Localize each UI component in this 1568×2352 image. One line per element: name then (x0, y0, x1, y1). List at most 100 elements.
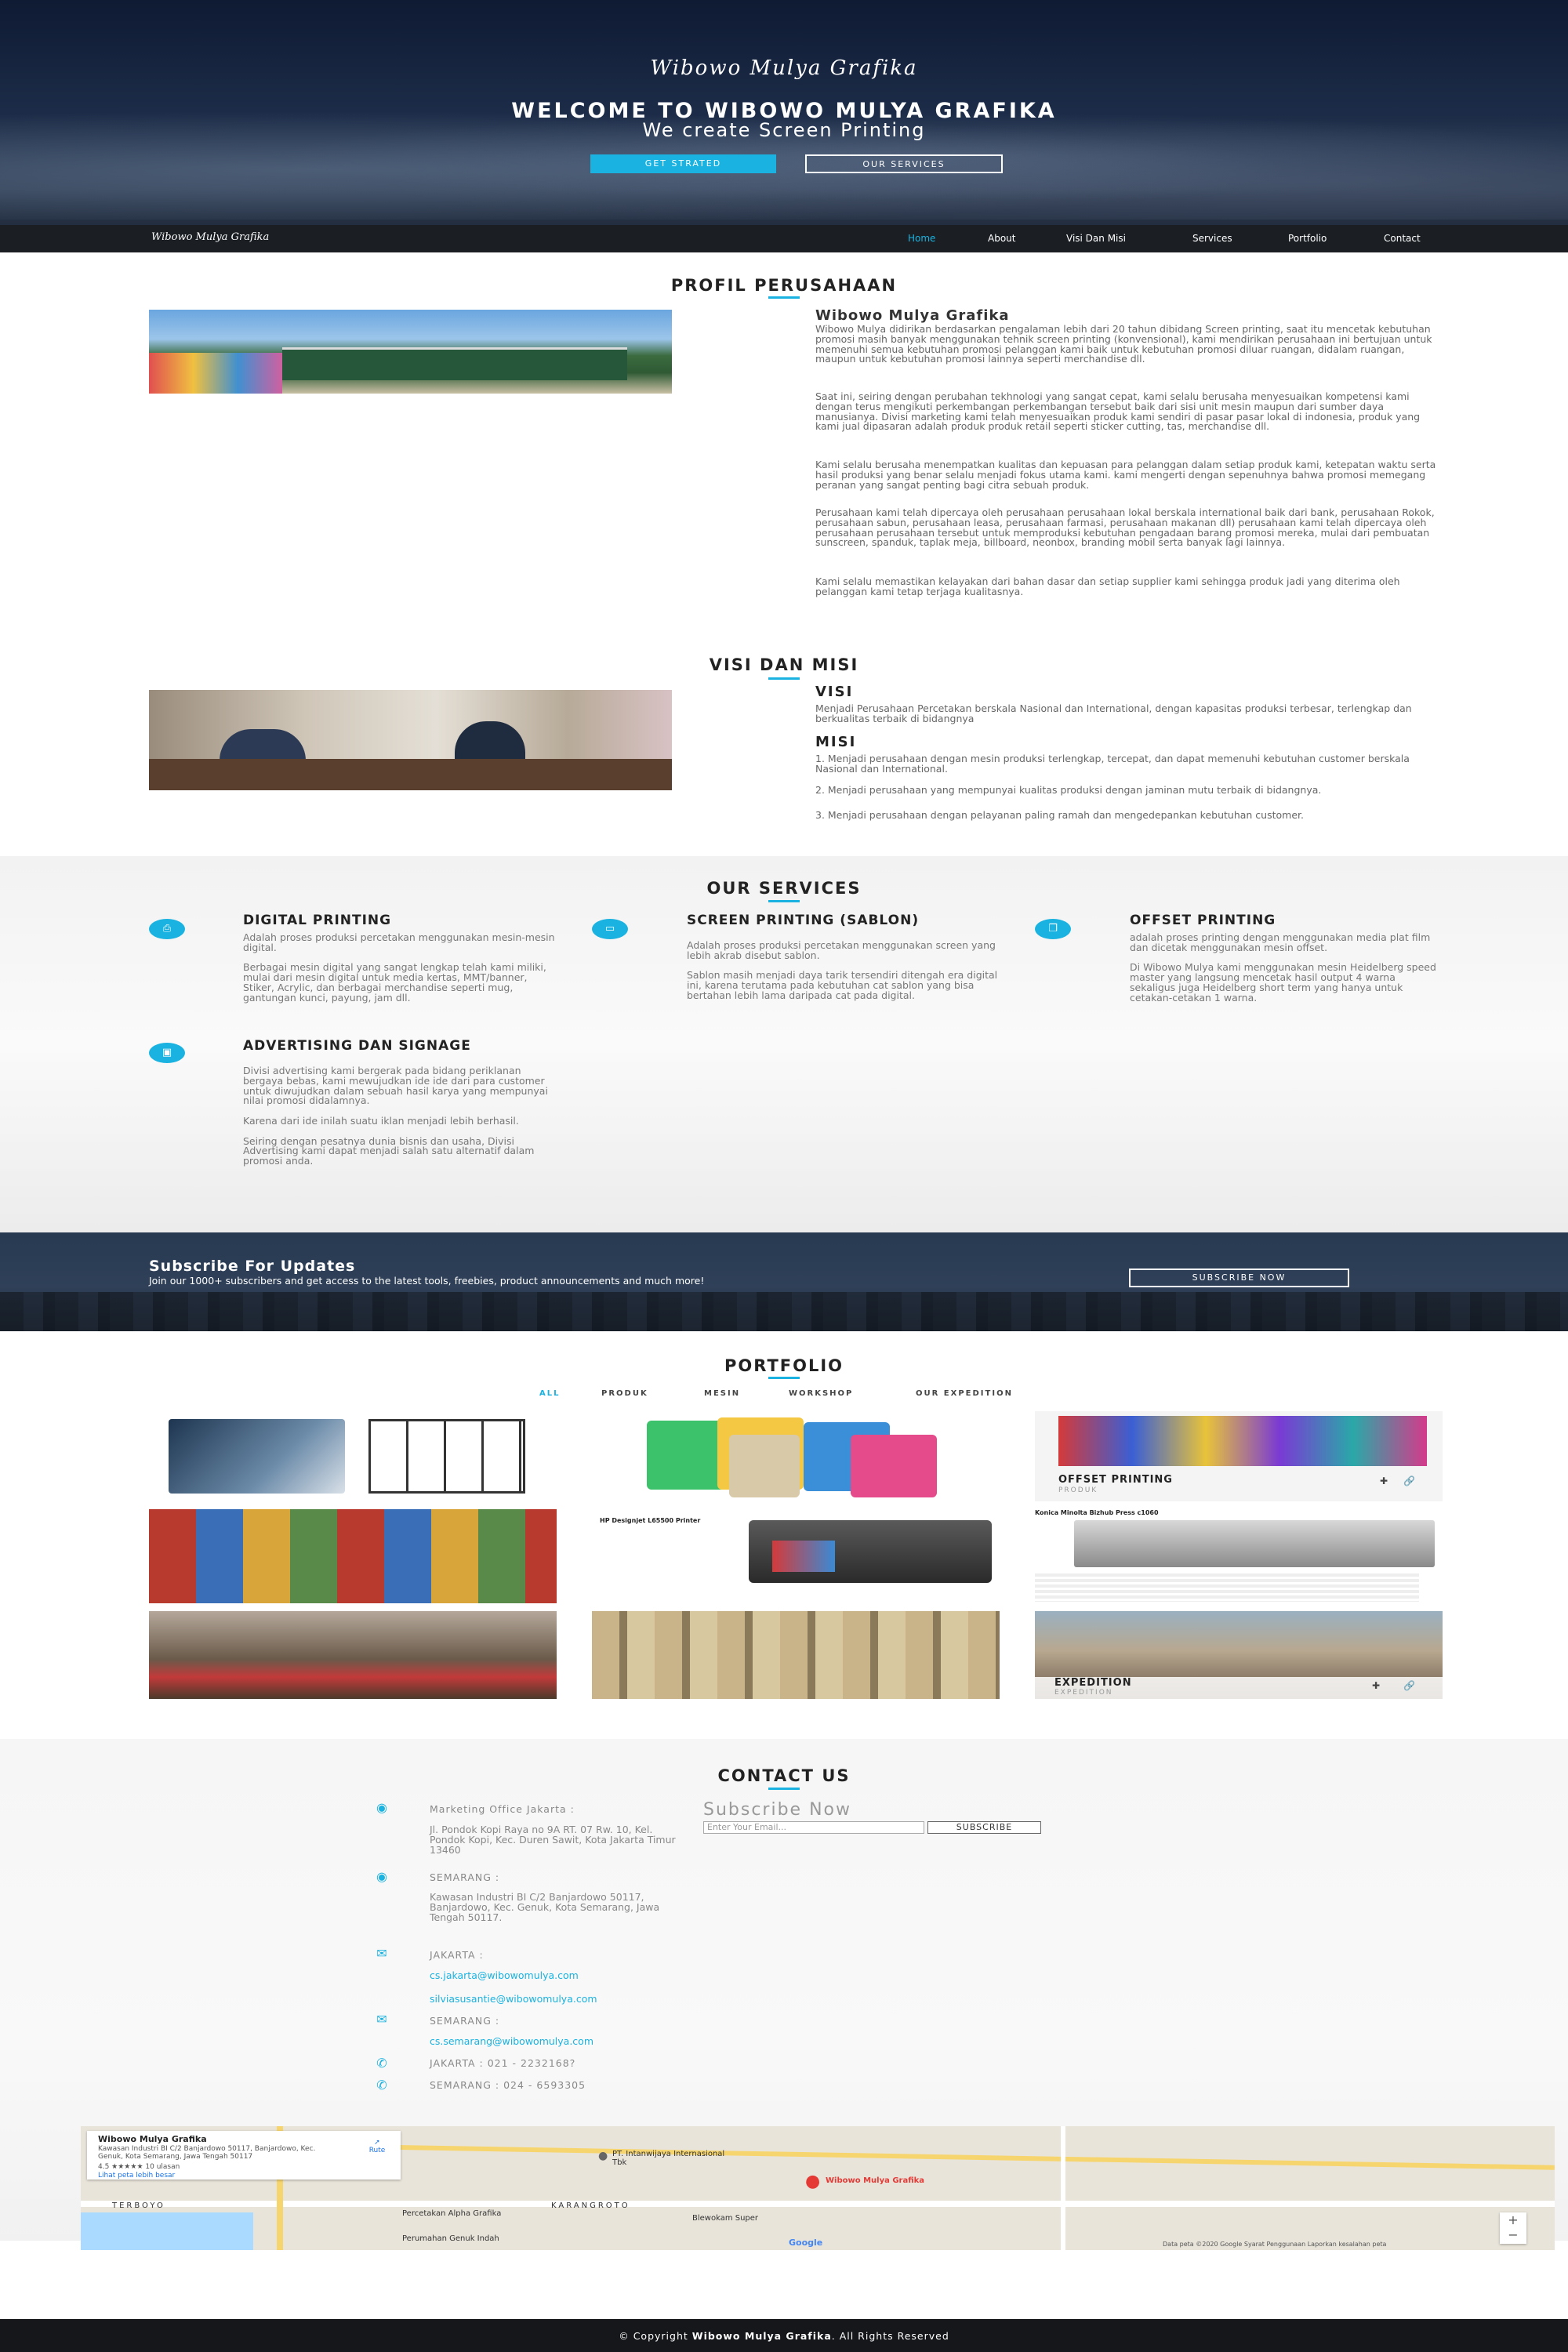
link-icon[interactable]: 🔗 (1403, 1680, 1415, 1691)
profile-heading: Wibowo Mulya Grafika (815, 307, 1010, 324)
profile-paragraph: Kami selalu memastikan kelayakan dari ba… (815, 575, 1400, 597)
our-services-button[interactable]: OUR SERVICES (805, 154, 1003, 173)
services-underline (768, 900, 800, 902)
building-shape (282, 347, 627, 380)
copyright-suffix: . All Rights Reserved (831, 2330, 949, 2342)
map-route-button[interactable]: ➚ Rute (363, 2139, 391, 2154)
frame-display-image (368, 1419, 525, 1494)
nav-item-contact[interactable]: Contact (1384, 233, 1421, 244)
visi-text: Menjadi Perusahaan Percetakan berskala N… (815, 702, 1412, 724)
bag-shape (851, 1435, 937, 1497)
nav-item-portfolio[interactable]: Portfolio (1288, 233, 1327, 244)
service-title: OFFSET PRINTING (1130, 913, 1276, 928)
profile-title-underline (768, 296, 800, 299)
portfolio-item-expedition[interactable]: EXPEDITION EXPEDITION ✚ 🔗 (1035, 1611, 1443, 1699)
map-zoom-control[interactable]: + − (1500, 2212, 1526, 2244)
contact-title: CONTACT US (717, 1766, 851, 1785)
filter-workshop[interactable]: WORKSHOP (789, 1389, 853, 1398)
link-icon[interactable]: 🔗 (1403, 1475, 1415, 1486)
map-poi-pin-icon[interactable]: ● (598, 2150, 608, 2162)
hero-section: Wibowo Mulya Grafika WELCOME TO WIBOWO M… (0, 0, 1568, 252)
portfolio-item-material-rolls[interactable] (592, 1611, 1000, 1699)
google-logo: Google (789, 2238, 823, 2248)
portfolio-title: PORTFOLIO (724, 1356, 844, 1375)
subscribe-button[interactable]: SUBSCRIBE (927, 1821, 1041, 1834)
nav-item-home[interactable]: Home (908, 233, 935, 244)
hero-subtitle: We create Screen Printing (642, 119, 926, 141)
navbar: Wibowo Mulya Grafika Home About Visi Dan… (0, 225, 1568, 252)
service-title: ADVERTISING DAN SIGNAGE (243, 1038, 471, 1054)
service-text: Divisi advertising kami bergerak pada bi… (243, 1065, 548, 1167)
portfolio-item-workshop-team[interactable] (149, 1611, 557, 1699)
portfolio-caption: OFFSET PRINTING (1058, 1474, 1173, 1486)
billboard-icon: ▣ (149, 1043, 185, 1063)
map-label: Perumahan Genuk Indah (402, 2234, 499, 2243)
get-started-button[interactable]: GET STRATED (590, 154, 776, 173)
portfolio-item-display-stand[interactable] (149, 1411, 557, 1501)
portfolio-item-bags[interactable] (592, 1411, 1000, 1501)
portfolio-subcaption: PRODUK (1058, 1486, 1098, 1494)
phone-jakarta: JAKARTA : 021 - 2232168? (430, 2057, 576, 2069)
service-text: adalah proses printing dengan menggunaka… (1130, 931, 1436, 1004)
map-attribution: Data peta ©2020 Google Syarat Penggunaan… (1163, 2241, 1387, 2248)
misi-item: 3. Menjadi perusahaan dengan pelayanan p… (815, 809, 1304, 821)
zoom-out-icon[interactable]: − (1508, 2227, 1518, 2242)
subscribe-now-button[interactable]: SUBSCRIBE NOW (1129, 1269, 1349, 1287)
filter-produk[interactable]: PRODUK (601, 1389, 648, 1398)
map-marker-icon[interactable]: ● (805, 2172, 820, 2191)
services-title: OUR SERVICES (706, 879, 862, 898)
plus-icon[interactable]: ✚ (1372, 1680, 1380, 1691)
portfolio-item-hp-printer[interactable]: HP Designjet L65500 Printer (592, 1509, 1000, 1603)
subscribe-title: Subscribe For Updates (149, 1258, 356, 1275)
contact-subscribe-title: Subscribe Now (703, 1800, 851, 1820)
portfolio-item-offset-printing[interactable]: OFFSET PRINTING PRODUK ✚ 🔗 (1035, 1411, 1443, 1501)
copyright-prefix: © Copyright (619, 2330, 688, 2342)
map-road (81, 2201, 1555, 2207)
plus-icon[interactable]: ✚ (1380, 1475, 1388, 1486)
footer: © Copyright Wibowo Mulya Grafika. All Ri… (0, 2319, 1568, 2352)
company-building-image (149, 310, 672, 394)
map-route-label: Rute (368, 2147, 386, 2154)
service-title: DIGITAL PRINTING (243, 913, 392, 928)
map-label: Blewokam Super (692, 2214, 759, 2223)
filter-mesin[interactable]: MESIN (704, 1389, 740, 1398)
building-mural (149, 353, 282, 394)
map-larger-link[interactable]: Lihat peta lebih besar (98, 2172, 175, 2180)
print-sample-image (772, 1541, 835, 1572)
email-input[interactable]: Enter Your Email... (703, 1821, 924, 1834)
profile-paragraph: Kami selalu berusaha menempatkan kualita… (815, 459, 1436, 491)
nav-item-services[interactable]: Services (1192, 233, 1232, 244)
portfolio-item-billboards[interactable] (149, 1509, 557, 1603)
copyright-text: © Copyright Wibowo Mulya Grafika. All Ri… (0, 2330, 1568, 2342)
nav-brand[interactable]: Wibowo Mulya Grafika (151, 231, 269, 243)
map-road (316, 2143, 1555, 2170)
copyright-brand: Wibowo Mulya Grafika (691, 2330, 832, 2342)
profile-paragraph: Wibowo Mulya didirikan berdasarkan penga… (815, 323, 1432, 365)
filter-all[interactable]: ALL (539, 1389, 560, 1398)
semarang-label: SEMARANG : (430, 1871, 500, 1883)
subscribe-text: Join our 1000+ subscribers and get acces… (149, 1275, 705, 1287)
email-silvia-link[interactable]: silviasusantie@wibowomulya.com (430, 1993, 597, 2005)
profile-paragraph: Saat ini, seiring dengan perubahan tekhn… (815, 390, 1421, 433)
map-label: PT. Intanwijaya Internasional Tbk (612, 2150, 725, 2167)
map-card-address: Kawasan Industri BI C/2 Banjardowo 50117… (98, 2145, 316, 2161)
directions-icon: ➚ (374, 2139, 380, 2147)
visi-heading: VISI (815, 684, 854, 700)
email-jakarta-link[interactable]: cs.jakarta@wibowomulya.com (430, 1969, 579, 1981)
service-title: SCREEN PRINTING (SABLON) (687, 913, 920, 928)
press-machine-image (1074, 1520, 1435, 1567)
nav-item-visi-misi[interactable]: Visi Dan Misi (1066, 233, 1126, 244)
zoom-in-icon[interactable]: + (1508, 2212, 1518, 2227)
google-map[interactable]: Wibowo Mulya Grafika Kawasan Industri BI… (81, 2126, 1555, 2250)
map-card-title: Wibowo Mulya Grafika (98, 2134, 207, 2144)
email-semarang-link[interactable]: cs.semarang@wibowomulya.com (430, 2035, 593, 2047)
hero-script-title: Wibowo Mulya Grafika (650, 56, 918, 80)
portfolio-item-konica-press[interactable]: Konica Minolta Bizhub Press c1060 (1035, 1509, 1443, 1603)
misi-item: 1. Menjadi perusahaan dengan mesin produ… (815, 753, 1410, 775)
nav-item-about[interactable]: About (988, 233, 1015, 244)
mail-icon: ✉ (376, 2012, 387, 2027)
location-pin-icon: ◉ (376, 1800, 387, 1815)
visi-misi-underline (768, 677, 800, 680)
service-text: Adalah proses produksi percetakan menggu… (243, 931, 555, 1004)
filter-our-expedition[interactable]: OUR EXPEDITION (916, 1389, 1013, 1398)
